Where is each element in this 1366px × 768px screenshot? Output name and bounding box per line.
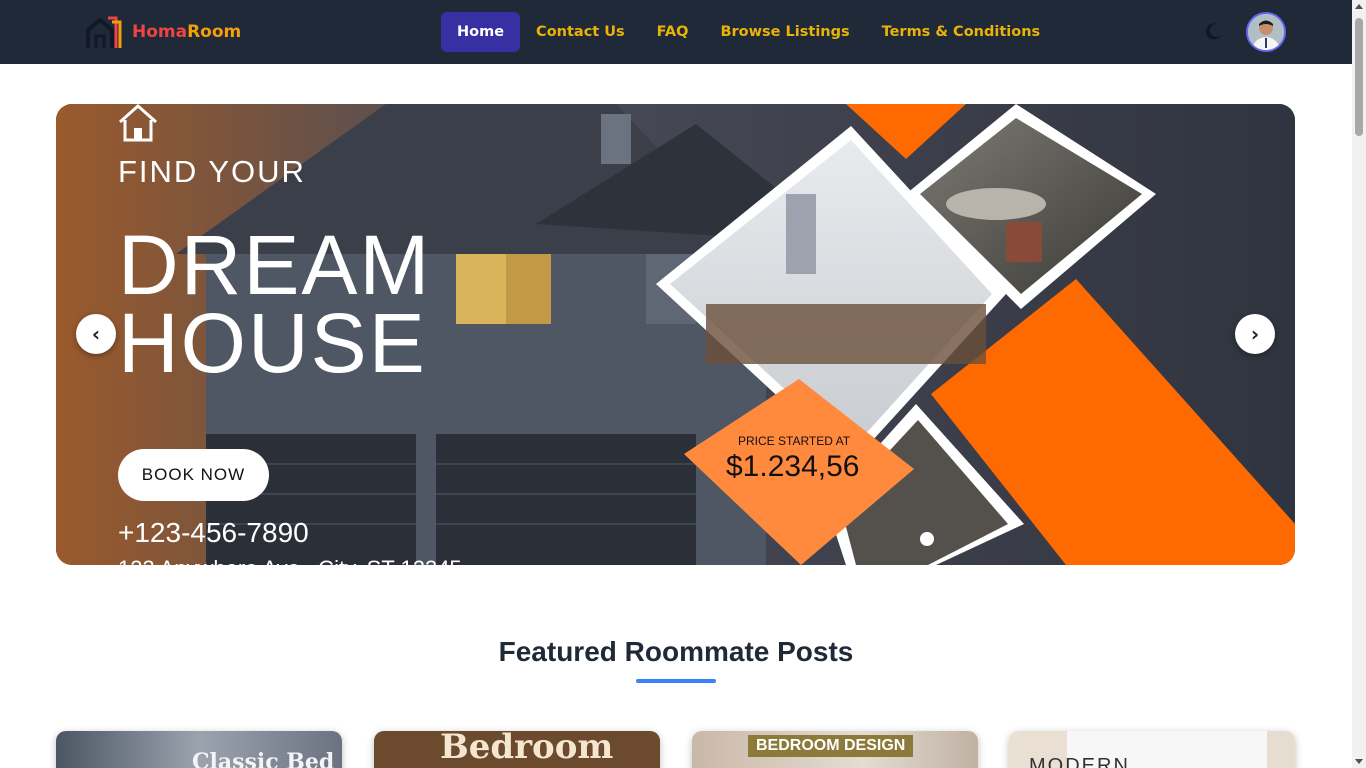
scrollbar-thumb[interactable] [1355,18,1363,136]
moon-icon[interactable] [1204,21,1224,41]
home-logo-icon [86,16,122,48]
hero-address: 123 Anywhere Ave., City, ST 12345 [118,556,462,565]
brand-name-part1: Homa [132,22,188,42]
section-title-underline [636,679,716,683]
book-now-button[interactable]: BOOK NOW [118,449,269,501]
house-icon [119,104,157,142]
main-nav: Home Contact Us FAQ Browse Listings Term… [441,12,1056,52]
chevron-right-icon: › [1250,322,1260,346]
card-image-text: Classic Bed [192,749,335,768]
top-navbar: HomaRoom Home Contact Us FAQ Browse List… [0,0,1352,64]
brand-name: HomaRoom [132,22,241,42]
user-photo [1248,14,1284,50]
hero-headline-line1: FIND YOUR [118,154,306,189]
hero-headline-line3: HOUSE [118,296,427,390]
hero-headline-line2: DREAM [118,218,432,312]
nav-terms-conditions[interactable]: Terms & Conditions [866,12,1057,52]
brand-logo[interactable]: HomaRoom [86,14,241,50]
carousel-next-button[interactable]: › [1235,314,1275,354]
roommate-card[interactable]: MODERN [1009,731,1295,768]
nav-faq[interactable]: FAQ [641,12,705,52]
hero-phone: +123-456-7890 [118,517,309,548]
scroll-down-arrow-icon[interactable] [1355,759,1363,764]
price-value: $1.234,56 [726,450,860,483]
roommate-card[interactable]: BEDROOM DESIGN [692,731,978,768]
roommate-card[interactable]: Bedroom [374,731,660,768]
section-title: Featured Roommate Posts [498,636,854,667]
carousel-indicator-dot[interactable] [920,532,934,546]
brand-name-part2: Room [187,22,242,42]
card-image-text: Bedroom [440,731,614,767]
nav-home[interactable]: Home [441,12,521,52]
roommate-card[interactable]: Classic Bed [56,731,342,768]
hero-headline: DREAM HOUSE [118,218,432,390]
card-image-text: MODERN [1029,755,1130,768]
nav-contact-us[interactable]: Contact Us [520,12,641,52]
nav-browse-listings[interactable]: Browse Listings [704,12,865,52]
page-scrollbar[interactable] [1352,0,1366,768]
card-image-text: BEDROOM DESIGN [748,735,914,757]
avatar[interactable] [1246,12,1286,52]
price-label: PRICE STARTED AT [738,434,851,448]
hero-carousel: FIND YOUR DREAM HOUSE BOOK NOW +123-456-… [56,104,1295,565]
carousel-prev-button[interactable]: ‹ [76,314,116,354]
scroll-up-arrow-icon[interactable] [1355,4,1363,9]
chevron-left-icon: ‹ [91,322,101,346]
